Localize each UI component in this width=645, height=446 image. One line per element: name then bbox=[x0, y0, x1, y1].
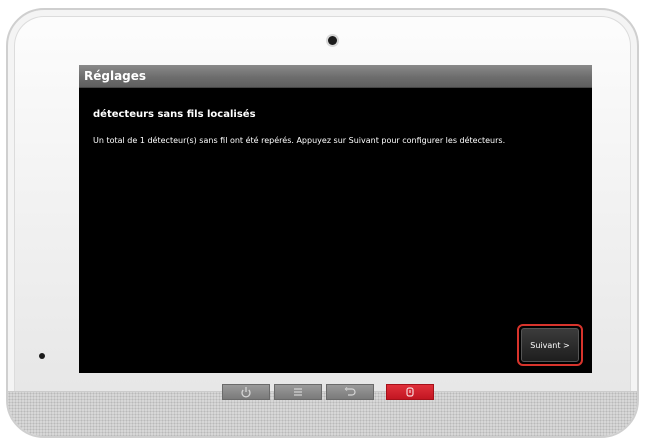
section-heading: détecteurs sans fils localisés bbox=[93, 109, 256, 120]
next-button[interactable]: Suivant > bbox=[521, 328, 579, 362]
menu-button[interactable] bbox=[274, 384, 322, 400]
info-message: Un total de 1 détecteur(s) sans fil ont … bbox=[93, 136, 506, 145]
menu-icon bbox=[294, 388, 302, 396]
tablet-device: Réglages détecteurs sans fils localisés … bbox=[6, 8, 639, 438]
back-button[interactable] bbox=[326, 384, 374, 400]
panic-icon bbox=[406, 387, 414, 397]
back-icon bbox=[344, 387, 356, 396]
status-led bbox=[39, 353, 45, 359]
home-button[interactable] bbox=[222, 384, 270, 400]
panic-button[interactable] bbox=[386, 384, 434, 400]
page-title: Réglages bbox=[79, 65, 592, 88]
camera-icon bbox=[328, 36, 337, 45]
home-icon bbox=[241, 387, 251, 398]
hardware-button-bar bbox=[222, 384, 434, 400]
screen: Réglages détecteurs sans fils localisés … bbox=[79, 65, 592, 373]
